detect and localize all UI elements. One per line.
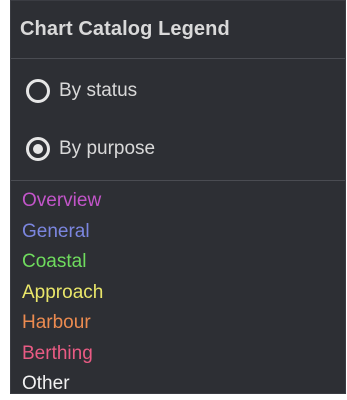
grouping-radio-group: By status By purpose (11, 59, 345, 181)
legend-item-general: General (22, 220, 90, 242)
radio-unselected-icon[interactable] (26, 79, 50, 103)
radio-dot (33, 144, 43, 154)
panel-title: Chart Catalog Legend (20, 18, 230, 40)
radio-by-status[interactable]: By status (26, 76, 345, 106)
radio-selected-icon[interactable] (26, 137, 50, 161)
legend-item-overview: Overview (22, 190, 102, 211)
radio-label-by-status: By status (59, 80, 138, 101)
legend-item-other: Other (22, 373, 70, 394)
radio-label-by-purpose: By purpose (59, 138, 156, 159)
legend-item-harbour: Harbour (22, 312, 91, 333)
legend-item-approach: Approach (22, 281, 104, 303)
radio-by-purpose[interactable]: By purpose (26, 134, 345, 164)
legend-item-berthing: Berthing (22, 342, 93, 364)
chart-catalog-legend-panel: Chart Catalog Legend By status By purpos… (10, 0, 346, 394)
purpose-legend-list: Overview General Coastal Approach Harbou… (11, 181, 345, 400)
legend-item-coastal: Coastal (22, 251, 87, 272)
panel-header: Chart Catalog Legend (11, 1, 345, 59)
